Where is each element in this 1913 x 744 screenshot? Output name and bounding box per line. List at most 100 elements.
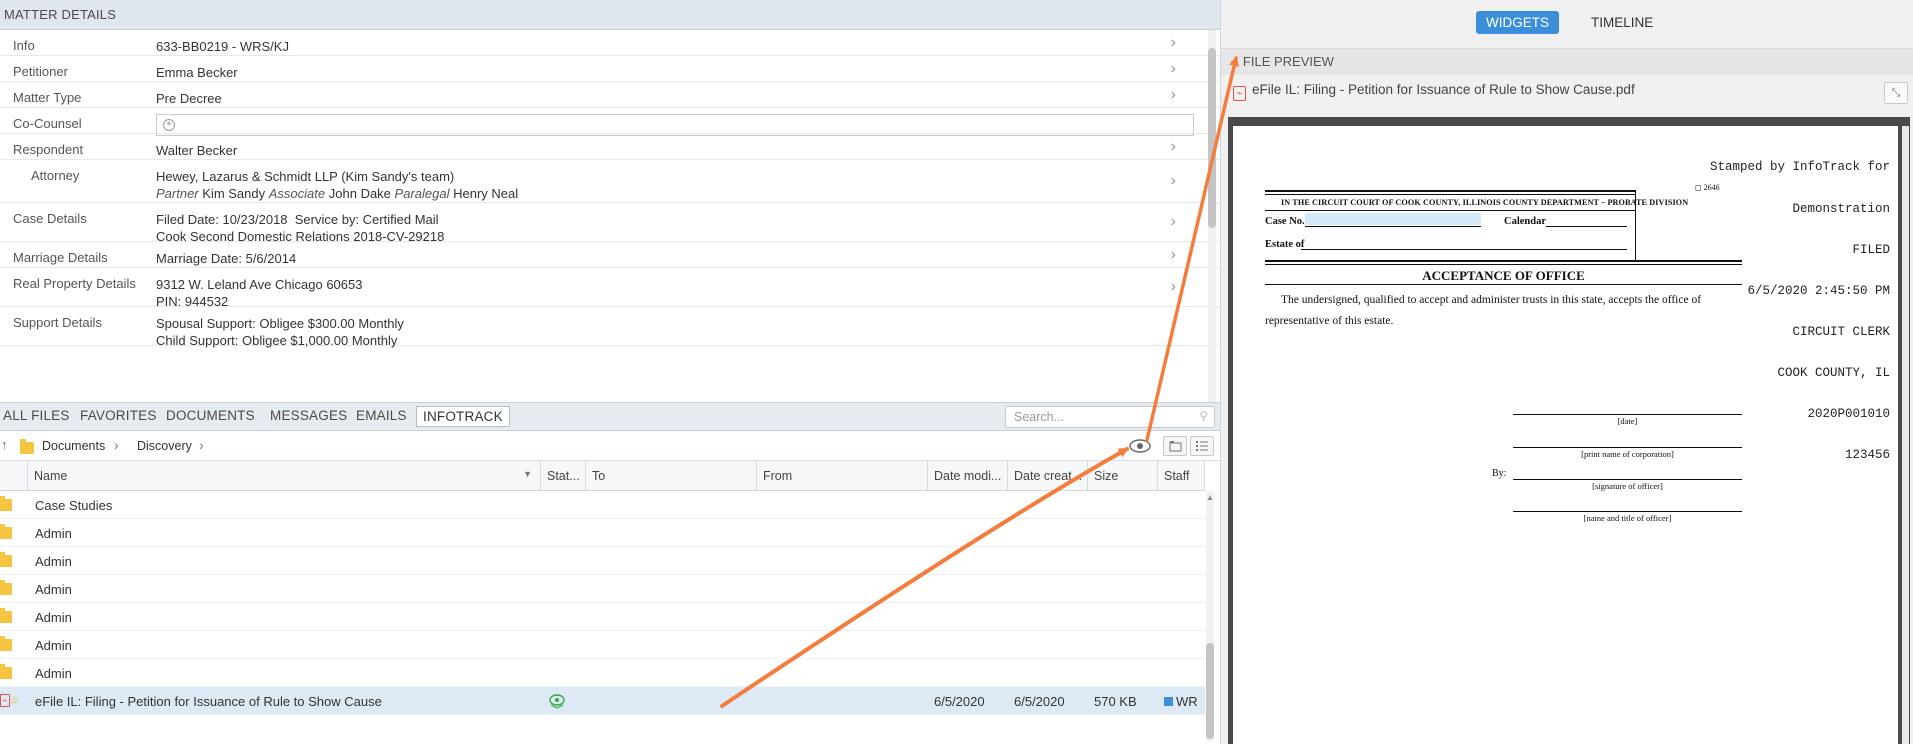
collapse-icon[interactable]: ⤡ (1884, 82, 1908, 104)
search-input[interactable]: Search... ⚲ (1005, 406, 1215, 428)
detail-row-marriage[interactable]: Marriage Details Marriage Date: 5/6/2014… (0, 242, 1220, 268)
column-staff[interactable]: Staff (1158, 461, 1205, 491)
folder-name: Admin (35, 526, 72, 541)
detail-label: Petitioner (13, 64, 68, 79)
role-label: Associate (268, 186, 326, 201)
tab-infotrack[interactable]: INFOTRACK (416, 406, 510, 427)
detail-value: Walter Becker (156, 143, 238, 158)
detail-row-info[interactable]: Info 633-BB0219 - WRS/KJ › (0, 30, 1220, 56)
divider (1265, 264, 1742, 265)
details-scrollbar[interactable] (1208, 30, 1216, 402)
detail-value: Hewey, Lazarus & Schmidt LLP (Kim Sandy'… (156, 169, 455, 184)
signature-line (1513, 414, 1742, 415)
eye-icon[interactable] (1128, 438, 1152, 454)
folder-icon (0, 496, 12, 511)
detail-row-co-counsel: Co-Counsel + (0, 108, 1220, 136)
co-counsel-input[interactable]: + (156, 114, 1194, 136)
stamp-line: Stamped by InfoTrack for (1709, 160, 1890, 175)
column-icon[interactable] (0, 461, 28, 491)
file-row-selected[interactable]: ⌁ ☆ eFile IL: Filing - Petition for Issu… (0, 687, 1205, 715)
sort-down-icon[interactable]: ▼ (523, 469, 532, 479)
tab-favorites[interactable]: FAVORITES (80, 408, 157, 423)
file-grid-scroll-thumb[interactable] (1206, 643, 1214, 739)
pdf-scrollbar[interactable] (1902, 126, 1909, 744)
pdf-file-icon: ⌁ (1233, 86, 1246, 101)
folder-row[interactable]: Case Studies (0, 491, 1205, 519)
file-tabs-bar: ALL FILES FAVORITES DOCUMENTS MESSAGES E… (0, 402, 1220, 431)
tab-all-files[interactable]: ALL FILES (3, 408, 70, 423)
right-pane: WIDGETS TIMELINE ▼ FILE PREVIEW ⌁ eFile IL… (1220, 0, 1913, 744)
detail-row-matter-type[interactable]: Matter Type Pre Decree › (0, 82, 1220, 108)
chevron-right-icon[interactable]: › (1171, 138, 1176, 156)
star-icon[interactable]: ☆ (9, 694, 19, 707)
folder-row[interactable]: Admin (0, 519, 1205, 547)
detail-row-real-property[interactable]: Real Property Details 9312 W. Leland Ave… (0, 268, 1220, 309)
column-name[interactable]: Name ▼ (28, 461, 541, 491)
folder-icon (20, 439, 34, 454)
folder-row[interactable]: Admin (0, 659, 1205, 687)
sync-status-icon (548, 693, 566, 712)
body-paragraph: The undersigned, qualified to accept and… (1265, 294, 1702, 327)
signature-line (1513, 479, 1742, 480)
list-view-button[interactable] (1190, 436, 1214, 456)
folder-row[interactable]: Admin (0, 547, 1205, 575)
detail-label: Attorney (31, 168, 80, 183)
column-from[interactable]: From (757, 461, 928, 491)
tab-widgets[interactable]: WIDGETS (1476, 11, 1559, 34)
chevron-right-icon[interactable]: › (1171, 246, 1176, 264)
signature-label: [print name of corporation] (1581, 449, 1674, 459)
detail-row-support[interactable]: Support Details Spousal Support: Obligee… (0, 307, 1220, 348)
folder-row[interactable]: Admin (0, 603, 1205, 631)
tab-documents[interactable]: DOCUMENTS (166, 408, 255, 423)
file-preview-header[interactable]: ▼ FILE PREVIEW (1221, 48, 1913, 74)
detail-row-petitioner[interactable]: Petitioner Emma Becker › (0, 56, 1220, 82)
stamp-line: FILED (1852, 242, 1890, 257)
chevron-right-icon[interactable]: › (1171, 34, 1176, 52)
detail-value: Pre Decree (156, 91, 222, 106)
up-arrow-icon[interactable]: ↑ (1, 437, 8, 452)
breadcrumb-discovery[interactable]: Discovery (137, 439, 192, 453)
folder-icon (0, 580, 12, 595)
column-to[interactable]: To (586, 461, 757, 491)
plus-circle-icon[interactable]: + (163, 119, 175, 131)
staff-color-icon (1164, 697, 1173, 706)
tab-emails[interactable]: EMAILS (356, 408, 407, 423)
chevron-right-icon[interactable]: › (1171, 317, 1176, 335)
role-name: Henry Neal (453, 186, 519, 201)
chevron-right-icon[interactable]: › (1171, 60, 1176, 78)
search-icon[interactable]: ⚲ (1199, 409, 1208, 423)
column-date-modified[interactable]: Date modi... (928, 461, 1008, 491)
folder-row[interactable]: Admin (0, 575, 1205, 603)
scroll-up-icon[interactable]: ▲ (1206, 493, 1214, 502)
detail-row-attorney[interactable]: Attorney Hewey, Lazarus & Schmidt LLP (K… (0, 160, 1220, 203)
tab-messages[interactable]: MESSAGES (270, 408, 347, 423)
triangle-down-icon[interactable]: ▼ (1229, 59, 1237, 68)
chevron-right-icon[interactable]: › (1171, 86, 1176, 104)
detail-value: Filed Date: 10/23/2018 Service by: Certi… (156, 212, 439, 227)
detail-value: 9312 W. Leland Ave Chicago 60653 (156, 277, 363, 292)
signature-label: [name and title of officer] (1583, 513, 1672, 523)
file-grid-scrollbar[interactable]: ▲ (1206, 491, 1214, 741)
underline (1546, 226, 1627, 227)
signature-label: [date] (1617, 416, 1638, 426)
column-size[interactable]: Size (1088, 461, 1158, 491)
file-size: 570 KB (1094, 694, 1137, 709)
folder-view-button[interactable] (1163, 436, 1187, 456)
detail-row-respondent[interactable]: Respondent Walter Becker › (0, 134, 1220, 160)
chevron-right-icon[interactable]: › (1171, 213, 1176, 231)
chevron-right-icon[interactable]: › (1171, 172, 1176, 190)
case-no-field[interactable] (1305, 213, 1481, 225)
breadcrumb-documents[interactable]: Documents (42, 439, 105, 453)
role-label: Paralegal (394, 186, 450, 201)
detail-row-case-details[interactable]: Case Details Filed Date: 10/23/2018 Serv… (0, 203, 1220, 244)
details-scroll-thumb[interactable] (1208, 48, 1216, 228)
matter-details-header: MATTER DETAILS (0, 0, 1220, 30)
folder-row[interactable]: Admin (0, 631, 1205, 659)
tab-timeline[interactable]: TIMELINE (1581, 11, 1663, 34)
divider (1265, 260, 1742, 262)
column-status[interactable]: Stat... (541, 461, 586, 491)
chevron-right-icon[interactable]: › (199, 437, 204, 453)
pdf-viewer[interactable]: Stamped by InfoTrack for Demonstration F… (1228, 117, 1910, 744)
column-date-created[interactable]: Date creat... (1008, 461, 1088, 491)
document-title: ACCEPTANCE OF OFFICE (1422, 268, 1585, 283)
